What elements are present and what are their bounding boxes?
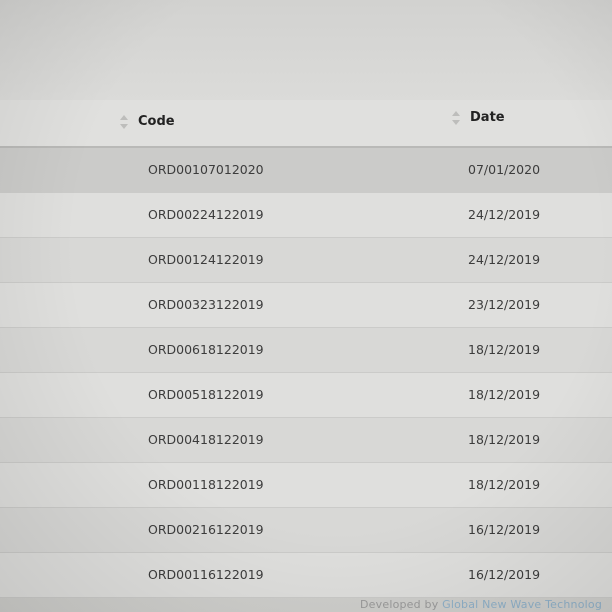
cell-date: 16/12/2019 <box>468 567 541 582</box>
cell-date: 24/12/2019 <box>468 207 541 222</box>
cell-date: 24/12/2019 <box>468 252 541 267</box>
footer-credit: Developed by Global New Wave Technolog <box>360 598 602 611</box>
cell-code: ORD00107012020 <box>148 162 264 177</box>
column-header-code[interactable]: Code <box>120 114 175 129</box>
cell-date: 07/01/2020 <box>468 162 541 177</box>
cell-code: ORD00124122019 <box>148 252 264 267</box>
sort-icon[interactable] <box>452 110 460 125</box>
footer-brand-link[interactable]: Global New Wave Technolog <box>442 598 602 611</box>
cell-code: ORD00224122019 <box>148 207 264 222</box>
sort-icon[interactable] <box>120 114 128 129</box>
cell-date: 18/12/2019 <box>468 477 541 492</box>
table-row[interactable]: ORD00518122019 18/12/2019 <box>0 373 612 418</box>
footer-prefix: Developed by <box>360 598 443 611</box>
orders-table: Code Date ORD00107012020 07/01/2020 ORD0… <box>0 100 612 598</box>
cell-code: ORD00216122019 <box>148 522 264 537</box>
table-row[interactable]: ORD00323122019 23/12/2019 <box>0 283 612 328</box>
cell-date: 18/12/2019 <box>468 387 541 402</box>
cell-code: ORD00118122019 <box>148 477 264 492</box>
table-row[interactable]: ORD00124122019 24/12/2019 <box>0 238 612 283</box>
screen: Code Date ORD00107012020 07/01/2020 ORD0… <box>0 0 612 612</box>
table-row[interactable]: ORD00116122019 16/12/2019 <box>0 553 612 598</box>
cell-code: ORD00618122019 <box>148 342 264 357</box>
cell-code: ORD00323122019 <box>148 297 264 312</box>
table-header: Code Date <box>0 100 612 148</box>
column-header-date-label: Date <box>470 110 505 125</box>
column-header-code-label: Code <box>138 114 175 129</box>
cell-code: ORD00418122019 <box>148 432 264 447</box>
table-row[interactable]: ORD00618122019 18/12/2019 <box>0 328 612 373</box>
table-row[interactable]: ORD00216122019 16/12/2019 <box>0 508 612 553</box>
cell-code: ORD00116122019 <box>148 567 264 582</box>
table-row[interactable]: ORD00418122019 18/12/2019 <box>0 418 612 463</box>
cell-date: 18/12/2019 <box>468 432 541 447</box>
table-row[interactable]: ORD00224122019 24/12/2019 <box>0 193 612 238</box>
cell-code: ORD00518122019 <box>148 387 264 402</box>
cell-date: 18/12/2019 <box>468 342 541 357</box>
table-row[interactable]: ORD00118122019 18/12/2019 <box>0 463 612 508</box>
table-body: ORD00107012020 07/01/2020 ORD00224122019… <box>0 148 612 598</box>
cell-date: 16/12/2019 <box>468 522 541 537</box>
empty-header-area <box>0 0 612 100</box>
cell-date: 23/12/2019 <box>468 297 541 312</box>
table-row[interactable]: ORD00107012020 07/01/2020 <box>0 148 612 193</box>
column-header-date[interactable]: Date <box>452 110 505 125</box>
